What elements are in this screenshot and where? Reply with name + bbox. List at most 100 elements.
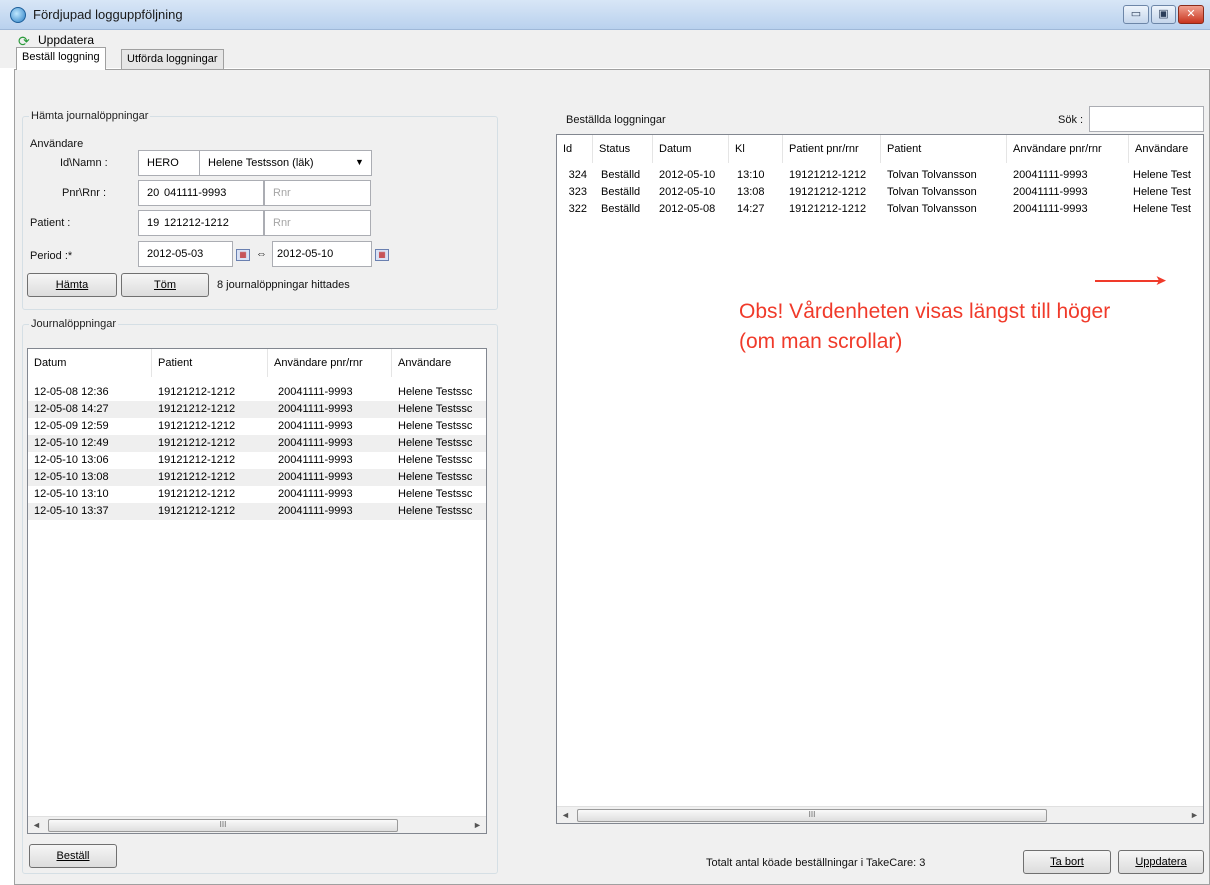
table-cell: 20041111-9993 xyxy=(278,386,353,398)
search-input[interactable] xyxy=(1089,106,1204,132)
openings-list[interactable]: Datum Patient Användare pnr/rnr Användar… xyxy=(27,348,487,834)
table-cell: 19121212-1212 xyxy=(158,488,236,500)
table-row[interactable]: 324 Beställd 2012-05-10 13:10 19121212-1212 T… xyxy=(557,167,1203,184)
table-cell: 20041111-9993 xyxy=(1013,169,1088,181)
calendar-icon[interactable]: ▦ xyxy=(375,249,389,261)
table-cell: 20041111-9993 xyxy=(1013,203,1088,215)
clear-button[interactable]: Töm xyxy=(121,273,209,297)
scroll-thumb[interactable]: III xyxy=(48,819,398,832)
fetch-button[interactable]: Hämta xyxy=(27,273,117,297)
table-row[interactable]: 12-05-08 12:36 19121212-1212 20041111-9993… xyxy=(28,384,486,401)
refresh-icon[interactable]: ⟳ xyxy=(18,34,32,48)
column-header[interactable]: Patient xyxy=(881,135,1007,163)
calendar-icon[interactable]: ▦ xyxy=(236,249,250,261)
idname-label: Id\Namn : xyxy=(60,157,108,169)
column-header[interactable]: Användare xyxy=(1129,135,1203,163)
column-header[interactable]: Användare pnr/rnr xyxy=(268,349,392,377)
table-cell: Helene Testssc xyxy=(398,420,473,432)
table-cell: 19121212-1212 xyxy=(789,169,867,181)
tab-order-logging[interactable]: Beställ loggning xyxy=(16,47,106,70)
column-header[interactable]: Datum xyxy=(28,349,152,377)
toolbar-refresh-button[interactable]: Uppdatera xyxy=(38,33,94,47)
patient-rnr-placeholder: Rnr xyxy=(273,217,291,229)
table-cell: 12-05-08 14:27 xyxy=(34,403,109,415)
app-icon xyxy=(10,7,26,23)
annotation-arrow-line xyxy=(1095,280,1161,282)
table-cell: 20041111-9993 xyxy=(278,403,353,415)
remove-button[interactable]: Ta bort xyxy=(1023,850,1111,874)
table-cell: Beställd xyxy=(601,203,641,215)
table-cell: Helene Test xyxy=(1133,203,1191,215)
table-cell: 12-05-10 13:37 xyxy=(34,505,109,517)
column-header[interactable]: Kl xyxy=(729,135,783,163)
period-to-input[interactable]: 2012-05-10 xyxy=(272,241,372,267)
column-header[interactable]: Patient pnr/rnr xyxy=(783,135,881,163)
user-pnr-input[interactable]: 041111-9993 xyxy=(162,180,264,206)
user-section-label: Användare xyxy=(30,138,84,150)
table-cell: 20041111-9993 xyxy=(278,505,353,517)
table-cell: Helene Testssc xyxy=(398,505,473,517)
table-row[interactable]: 12-05-10 13:08 19121212-1212 20041111-9993… xyxy=(28,469,486,486)
scroll-right-icon[interactable]: ► xyxy=(1186,807,1203,823)
table-cell: Tolvan Tolvansson xyxy=(887,186,977,198)
table-cell: 13:08 xyxy=(737,186,765,198)
table-row[interactable]: 322 Beställd 2012-05-08 14:27 19121212-1212 T… xyxy=(557,201,1203,218)
table-cell: 324 xyxy=(568,169,587,181)
column-header[interactable]: Status xyxy=(593,135,653,163)
horizontal-scrollbar[interactable]: ◄ III ► xyxy=(28,816,486,833)
column-header[interactable]: Användare pnr/rnr xyxy=(1007,135,1129,163)
chevron-down-icon[interactable]: ▼ xyxy=(355,157,364,167)
table-row[interactable]: 12-05-09 12:59 19121212-1212 20041111-9993… xyxy=(28,418,486,435)
update-button[interactable]: Uppdatera xyxy=(1118,850,1204,874)
ordered-list[interactable]: Id Status Datum Kl Patient pnr/rnr Patie… xyxy=(556,134,1204,824)
table-row[interactable]: 12-05-10 12:49 19121212-1212 20041111-9993… xyxy=(28,435,486,452)
table-cell: 12-05-10 13:10 xyxy=(34,488,109,500)
table-cell: 19121212-1212 xyxy=(789,186,867,198)
table-cell: 12-05-10 13:08 xyxy=(34,471,109,483)
tab-completed-logging[interactable]: Utförda loggningar xyxy=(121,49,224,70)
table-cell: Helene Test xyxy=(1133,186,1191,198)
table-cell: 2012-05-10 xyxy=(659,169,716,181)
table-cell: 19121212-1212 xyxy=(158,505,236,517)
result-count-text: 8 journalöppningar hittades xyxy=(217,279,350,291)
table-row[interactable]: 12-05-10 13:37 19121212-1212 20041111-9993… xyxy=(28,503,486,520)
table-row[interactable]: 12-05-08 14:27 19121212-1212 20041111-9993… xyxy=(28,401,486,418)
column-header[interactable]: Id xyxy=(557,135,593,163)
table-cell: Helene Testssc xyxy=(398,471,473,483)
table-cell: Helene Testssc xyxy=(398,386,473,398)
table-row[interactable]: 323 Beställd 2012-05-10 13:08 19121212-1212 T… xyxy=(557,184,1203,201)
table-cell: 20041111-9993 xyxy=(278,454,353,466)
window-title: Fördjupad logguppföljning xyxy=(33,7,183,22)
user-name-select[interactable]: Helene Testsson (läk) xyxy=(199,150,372,176)
user-rnr-input[interactable]: Rnr xyxy=(264,180,371,206)
period-from-input[interactable]: 2012-05-03 xyxy=(138,241,233,267)
close-button[interactable]: ✕ xyxy=(1178,5,1204,24)
order-button[interactable]: Beställ xyxy=(29,844,117,868)
table-cell: 19121212-1212 xyxy=(158,420,236,432)
scroll-thumb[interactable]: III xyxy=(577,809,1047,822)
scroll-left-icon[interactable]: ◄ xyxy=(557,807,574,823)
table-row[interactable]: 12-05-10 13:06 19121212-1212 20041111-9993… xyxy=(28,452,486,469)
minimize-button[interactable]: ▭ xyxy=(1123,5,1149,24)
patient-pnr-input[interactable]: 121212-1212 xyxy=(162,210,264,236)
table-cell: 19121212-1212 xyxy=(158,403,236,415)
horizontal-scrollbar[interactable]: ◄ III ► xyxy=(557,806,1203,823)
maximize-button[interactable]: ▣ xyxy=(1151,5,1176,24)
annotation-line-1: Obs! Vårdenheten visas längst till höger xyxy=(739,300,1111,323)
column-header[interactable]: Datum xyxy=(653,135,729,163)
table-cell: 20041111-9993 xyxy=(278,437,353,449)
ordered-title: Beställda loggningar xyxy=(566,114,666,126)
user-id-input[interactable]: HERO xyxy=(138,150,200,176)
table-cell: 323 xyxy=(568,186,587,198)
table-cell: 20041111-9993 xyxy=(1013,186,1088,198)
table-cell: 13:10 xyxy=(737,169,765,181)
patient-rnr-input[interactable]: Rnr xyxy=(264,210,371,236)
column-header[interactable]: Patient xyxy=(152,349,268,377)
annotation-line-2: (om man scrollar) xyxy=(739,330,903,353)
user-pnr-label: Pnr\Rnr : xyxy=(62,187,107,199)
table-cell: Tolvan Tolvansson xyxy=(887,203,977,215)
table-row[interactable]: 12-05-10 13:10 19121212-1212 20041111-9993… xyxy=(28,486,486,503)
scroll-left-icon[interactable]: ◄ xyxy=(28,817,45,833)
column-header[interactable]: Användare xyxy=(392,349,486,377)
scroll-right-icon[interactable]: ► xyxy=(469,817,486,833)
